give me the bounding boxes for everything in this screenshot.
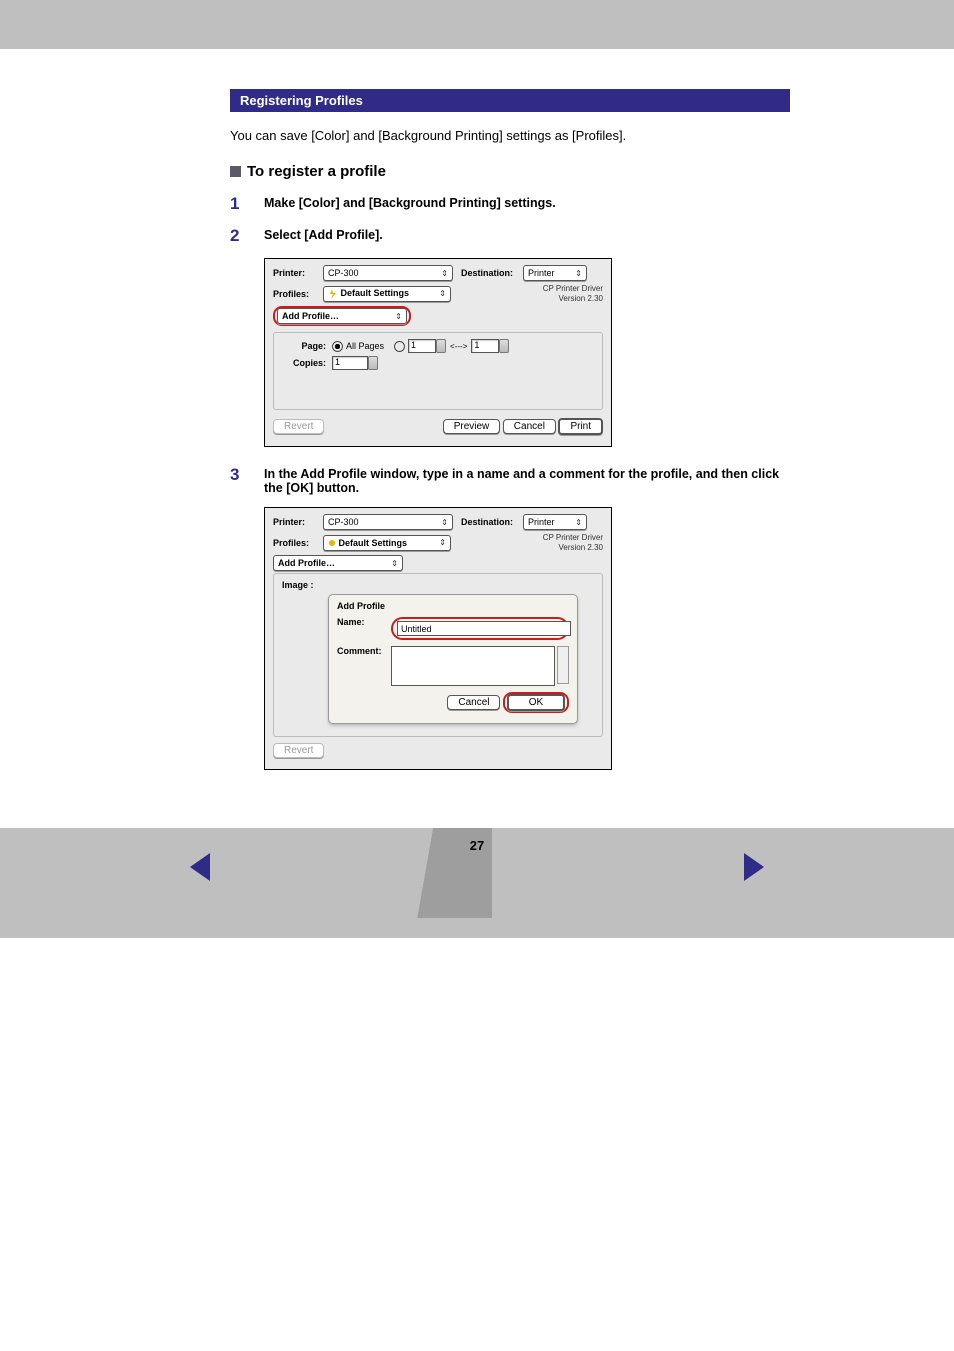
destination-select[interactable]: Printer ⇕ — [523, 265, 587, 281]
profile-name-input[interactable] — [397, 621, 571, 636]
destination-select[interactable]: Printer ⇕ — [523, 514, 587, 530]
dialog-action-buttons: Preview Cancel Print — [443, 418, 603, 435]
page-range-radio[interactable] — [394, 341, 405, 352]
image-label: Image : — [282, 580, 326, 590]
cancel-button[interactable]: Cancel — [503, 419, 556, 434]
copies-input[interactable]: 1 — [332, 356, 368, 370]
highlight-oval: OK — [503, 692, 569, 713]
textarea-scrollbar[interactable] — [557, 646, 569, 684]
footer-nav-band: 27 — [0, 828, 954, 918]
driver-version: Version 2.30 — [559, 294, 603, 303]
updown-icon: ⇕ — [391, 559, 398, 568]
profiles-select-value: Default Settings — [328, 538, 407, 548]
printer-select[interactable]: CP-300 ⇕ — [323, 514, 453, 530]
printer-label: Printer: — [273, 517, 323, 527]
page-bottom-edge — [0, 918, 954, 938]
page-top-edge — [0, 0, 954, 14]
page-from-input[interactable]: 1 — [408, 339, 436, 353]
profiles-select-value: Default Settings — [328, 288, 409, 299]
next-page-arrow-icon[interactable] — [744, 853, 764, 881]
step-number: 2 — [230, 226, 264, 246]
panel-select[interactable]: Add Profile… ⇕ — [273, 555, 403, 571]
driver-name: CP Printer Driver — [543, 533, 603, 542]
destination-select-value: Printer — [528, 268, 555, 278]
driver-name: CP Printer Driver — [543, 284, 603, 293]
content-column: Registering Profiles You can save [Color… — [230, 49, 790, 828]
destination-label: Destination: — [461, 268, 523, 278]
prev-page-arrow-icon[interactable] — [190, 853, 210, 881]
lightning-icon — [328, 289, 338, 299]
profiles-select[interactable]: Default Settings ⇕ — [323, 535, 451, 551]
driver-version: Version 2.30 — [559, 543, 603, 552]
printer-select[interactable]: CP-300 ⇕ — [323, 265, 453, 281]
step-1: 1 Make [Color] and [Background Printing]… — [230, 194, 790, 214]
revert-button[interactable]: Revert — [273, 419, 324, 434]
stepper-icon[interactable] — [436, 339, 446, 353]
subsection-heading: To register a profile — [230, 163, 790, 180]
add-profile-popup: Add Profile Name: Comment: — [328, 594, 578, 724]
comment-field-label: Comment: — [337, 646, 391, 656]
copies-label: Copies: — [282, 358, 326, 368]
profiles-select[interactable]: Default Settings ⇕ — [323, 286, 451, 302]
step-2: 2 Select [Add Profile]. — [230, 226, 790, 246]
section-header: Registering Profiles — [230, 89, 790, 112]
updown-icon: ⇕ — [575, 518, 582, 527]
profiles-label: Profiles: — [273, 538, 323, 548]
add-profile-title: Add Profile — [337, 601, 569, 611]
panel-select[interactable]: Add Profile… ⇕ — [277, 308, 407, 324]
updown-icon: ⇕ — [441, 269, 448, 278]
print-dialog-screenshot-1: Printer: CP-300 ⇕ Destination: Printer ⇕ P… — [264, 258, 612, 447]
updown-icon: ⇕ — [439, 289, 446, 298]
step-3: 3 In the Add Profile window, type in a n… — [230, 465, 790, 495]
updown-icon: ⇕ — [439, 538, 446, 547]
printer-select-value: CP-300 — [328, 268, 359, 278]
subsection-heading-text: To register a profile — [247, 163, 386, 180]
step-number: 3 — [230, 465, 264, 495]
driver-info: CP Printer Driver Version 2.30 — [543, 284, 603, 303]
page-header-band — [0, 14, 954, 49]
all-pages-label: All Pages — [346, 341, 384, 351]
page-number: 27 — [470, 838, 484, 853]
square-bullet-icon — [230, 166, 241, 177]
stepper-icon[interactable] — [368, 356, 378, 370]
step-text: Select [Add Profile]. — [264, 226, 383, 246]
print-button[interactable]: Print — [558, 418, 603, 435]
updown-icon: ⇕ — [441, 518, 448, 527]
print-dialog-screenshot-2: Printer: CP-300 ⇕ Destination: Printer ⇕ P… — [264, 507, 612, 770]
popup-ok-button[interactable]: OK — [507, 694, 565, 711]
stepper-icon[interactable] — [499, 339, 509, 353]
name-field-label: Name: — [337, 617, 391, 627]
steps-list: 1 Make [Color] and [Background Printing]… — [230, 194, 790, 770]
inner-options-panel: Page: All Pages 1 <---> 1 Copies: 1 — [273, 332, 603, 410]
printer-label: Printer: — [273, 268, 323, 278]
range-arrow-text: <---> — [450, 342, 467, 351]
destination-select-value: Printer — [528, 517, 555, 527]
dot-icon — [328, 539, 336, 547]
highlight-oval: Add Profile… ⇕ — [273, 306, 411, 326]
profiles-label: Profiles: — [273, 289, 323, 299]
updown-icon: ⇕ — [395, 312, 402, 321]
profiles-select-text: Default Settings — [341, 288, 410, 298]
page-to-input[interactable]: 1 — [471, 339, 499, 353]
all-pages-radio[interactable] — [332, 341, 343, 352]
destination-label: Destination: — [461, 517, 523, 527]
profiles-select-text: Default Settings — [339, 538, 408, 548]
step-text: Make [Color] and [Background Printing] s… — [264, 194, 556, 214]
inner-options-panel: Image : Add Profile Name: Comment: — [273, 573, 603, 737]
step-text: In the Add Profile window, type in a nam… — [264, 465, 790, 495]
popup-cancel-button[interactable]: Cancel — [447, 695, 500, 710]
panel-select-value: Add Profile… — [282, 311, 339, 321]
profile-comment-input[interactable] — [391, 646, 555, 686]
page-label: Page: — [282, 341, 326, 351]
page-body: Registering Profiles You can save [Color… — [0, 49, 954, 828]
section-intro-text: You can save [Color] and [Background Pri… — [230, 128, 790, 143]
step-number: 1 — [230, 194, 264, 214]
driver-info: CP Printer Driver Version 2.30 — [543, 533, 603, 552]
revert-button[interactable]: Revert — [273, 743, 324, 758]
panel-select-value: Add Profile… — [278, 558, 335, 568]
highlight-oval — [391, 617, 569, 640]
updown-icon: ⇕ — [575, 269, 582, 278]
printer-select-value: CP-300 — [328, 517, 359, 527]
preview-button[interactable]: Preview — [443, 419, 501, 434]
